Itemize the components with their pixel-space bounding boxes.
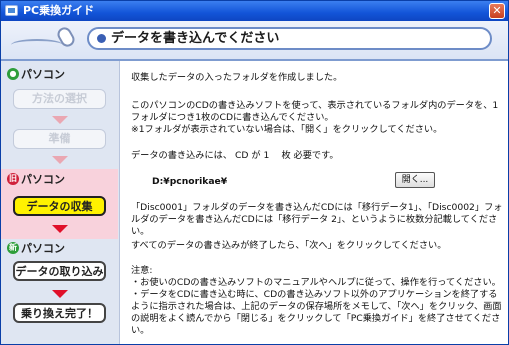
main-content: 収集したデータの入ったフォルダを作成しました。 このパソコンのCDの書き込みソフ… <box>120 61 508 344</box>
step-data-import: データの取り込み <box>13 261 106 281</box>
notes-title: 注意: <box>131 265 153 276</box>
finish-instructions: すべてのデータの書き込みが終了したら、「次へ」をクリックしてください。 <box>131 240 447 251</box>
page-title: データを書き込んでください <box>111 31 280 46</box>
section-new-pc-label: 新パソコン <box>7 242 65 256</box>
step-method-selection: 方法の選択 <box>13 89 106 109</box>
labeling-instructions: 「Disc0001」フォルダのデータを書き込んだCDには「移行データ1」、「Di… <box>131 202 503 237</box>
app-icon <box>5 5 18 16</box>
note-close-apps: ・データをCDに書き込む時に、CDの書き込みソフト以外のアプリケーションを終了す… <box>131 289 502 336</box>
folder-path: D:¥pcnorikae¥ <box>152 176 228 187</box>
section-new-pc-text: パソコン <box>21 242 65 255</box>
arrow-down-icon <box>52 156 68 164</box>
cd-required-text: データの書き込みには、 CD が 1 枚 必要です。 <box>131 150 339 161</box>
write-instructions: このパソコンのCDの書き込みソフトを使って、表示されているフォルダ内のデータを、… <box>131 100 499 123</box>
created-folder-message: 収集したデータの入ったフォルダを作成しました。 <box>131 72 343 83</box>
title-bar: PC乗換ガイド ✕ <box>1 1 508 21</box>
note-manual: ・お使いのCDの書き込みソフトのマニュアルやヘルプに従って、操作を行ってください… <box>131 277 501 288</box>
arrow-down-icon <box>52 225 68 233</box>
section-pc-text: パソコン <box>21 68 65 81</box>
page-title-pill: データを書き込んでください <box>87 27 492 50</box>
open-hint: ※1フォルダが表示されていない場合は、「開く」をクリックしてください。 <box>131 124 443 135</box>
section-old-pc-label: 旧パソコン <box>7 173 65 187</box>
step-prepare: 準備 <box>13 129 106 149</box>
open-folder-button[interactable]: 開く... <box>395 172 435 188</box>
mouse-cable-decoration <box>11 39 63 51</box>
step-data-collection: データの収集 <box>13 196 106 216</box>
section-pc-label: ● パソコン <box>7 68 65 82</box>
section-old-pc-text: パソコン <box>21 173 65 186</box>
bullet-icon <box>97 34 106 43</box>
step-sidebar: ● パソコン 方法の選択 準備 旧パソコン データの収集 新パソコン データの取り… <box>1 61 120 344</box>
arrow-down-icon <box>52 290 68 298</box>
app-window: PC乗換ガイド ✕ データを書き込んでください ● パソコン 方法の選択 準備 旧… <box>0 0 509 345</box>
old-badge-icon: 旧 <box>7 173 19 185</box>
header-band: データを書き込んでください <box>1 21 508 61</box>
arrow-down-icon <box>52 116 68 124</box>
new-badge-icon: 新 <box>7 242 19 254</box>
step-complete: 乗り換え完了！ <box>13 303 106 323</box>
window-title: PC乗換ガイド <box>23 4 95 17</box>
close-button[interactable]: ✕ <box>489 3 505 19</box>
pc-badge-icon: ● <box>7 68 19 80</box>
